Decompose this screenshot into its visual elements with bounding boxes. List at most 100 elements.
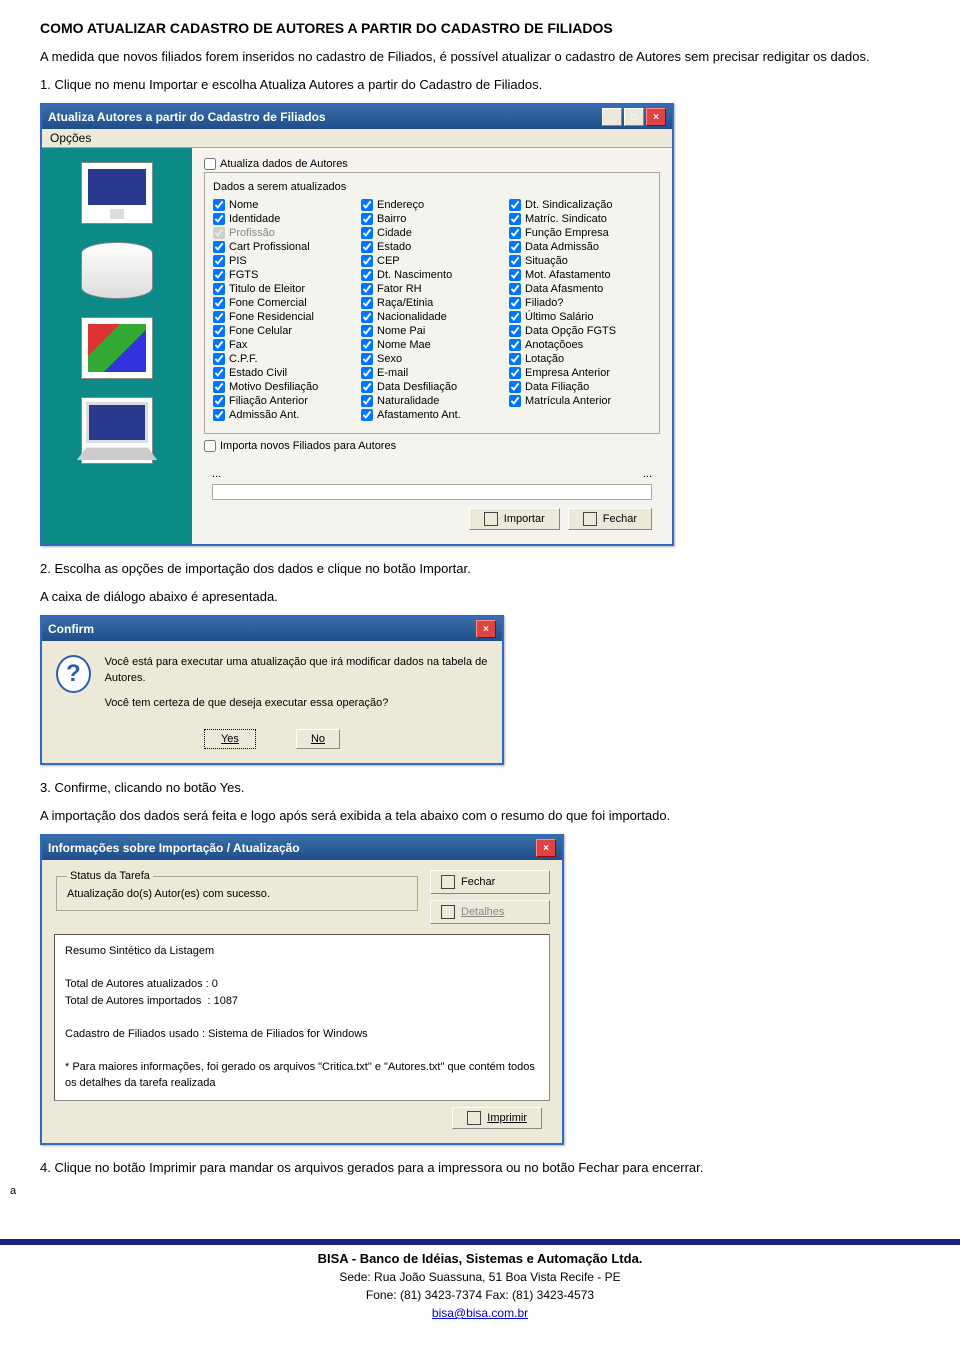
- info-dialog: Informações sobre Importação / Atualizaç…: [40, 834, 564, 1145]
- field-checkbox[interactable]: Motivo Desfiliação: [213, 381, 355, 393]
- page-title: COMO ATUALIZAR CADASTRO DE AUTORES A PAR…: [40, 20, 960, 36]
- field-checkbox[interactable]: C.P.F.: [213, 353, 355, 365]
- resume-textbox: Resumo Sintético da Listagem Total de Au…: [54, 934, 550, 1101]
- field-checkbox[interactable]: Filiado?: [509, 297, 651, 309]
- status-group: Status da Tarefa Atualização do(s) Autor…: [56, 870, 418, 911]
- field-checkbox[interactable]: Matríc. Sindicato: [509, 213, 651, 225]
- confirm-dialog: Confirm × ? Você está para executar uma …: [40, 615, 504, 765]
- field-checkbox[interactable]: Data Admissão: [509, 241, 651, 253]
- importa-novos-checkbox[interactable]: Importa novos Filiados para Autores: [204, 440, 660, 452]
- field-checkbox[interactable]: Identidade: [213, 213, 355, 225]
- field-checkbox[interactable]: Titulo de Eleitor: [213, 283, 355, 295]
- status-legend: Status da Tarefa: [67, 870, 153, 882]
- field-checkbox[interactable]: Filiação Anterior: [213, 395, 355, 407]
- close-button[interactable]: ×: [646, 108, 666, 126]
- field-checkbox[interactable]: Dt. Sindicalização: [509, 199, 651, 211]
- no-button[interactable]: No: [296, 729, 340, 749]
- confirm-close-button[interactable]: ×: [476, 620, 496, 638]
- yes-button[interactable]: Yes: [204, 729, 256, 749]
- progress-bar: [212, 484, 652, 500]
- field-checkbox[interactable]: Anotaçõoes: [509, 339, 651, 351]
- confirm-text-1: Você está para executar uma atualização …: [105, 655, 488, 686]
- field-checkbox[interactable]: CEP: [361, 255, 503, 267]
- email-link[interactable]: bisa@bisa.com.br: [432, 1306, 528, 1320]
- field-checkbox[interactable]: Estado Civil: [213, 367, 355, 379]
- field-checkbox[interactable]: Nacionalidade: [361, 311, 503, 323]
- ellipsis-right: ...: [643, 468, 652, 480]
- footer-bar: [0, 1239, 960, 1245]
- print-icon: [467, 1111, 481, 1125]
- atualiza-dados-checkbox[interactable]: Atualiza dados de Autores: [204, 158, 660, 170]
- info-close-x[interactable]: ×: [536, 839, 556, 857]
- field-checkbox[interactable]: E-mail: [361, 367, 503, 379]
- field-checkbox[interactable]: Endereço: [361, 199, 503, 211]
- field-checkbox[interactable]: Bairro: [361, 213, 503, 225]
- field-checkbox[interactable]: Raça/Etinia: [361, 297, 503, 309]
- field-checkbox[interactable]: Naturalidade: [361, 395, 503, 407]
- import-icon: [484, 512, 498, 526]
- field-checkbox[interactable]: Último Salário: [509, 311, 651, 323]
- window-title: Atualiza Autores a partir do Cadastro de…: [48, 110, 326, 124]
- database-icon: [81, 242, 153, 299]
- company-name: BISA - Banco de Idéias, Sistemas e Autom…: [318, 1251, 643, 1266]
- corner-letter: a: [10, 1185, 960, 1197]
- confirm-text-2: Você tem certeza de que deseja executar …: [105, 696, 488, 711]
- step-4: 4. Clique no botão Imprimir para mandar …: [40, 1159, 960, 1177]
- field-checkbox[interactable]: Matrícula Anterior: [509, 395, 651, 407]
- close-icon: [441, 875, 455, 889]
- step-3b: A importação dos dados será feita e logo…: [40, 807, 960, 825]
- titlebar: Atualiza Autores a partir do Cadastro de…: [42, 105, 672, 129]
- address: Sede: Rua João Suassuna, 51 Boa Vista Re…: [339, 1270, 620, 1284]
- minimize-button[interactable]: _: [602, 108, 622, 126]
- step-2b: A caixa de diálogo abaixo é apresentada.: [40, 588, 960, 606]
- field-checkbox[interactable]: Data Filiação: [509, 381, 651, 393]
- menu-opcoes[interactable]: Opções: [42, 129, 672, 148]
- status-text: Atualização do(s) Autor(es) com sucesso.: [67, 888, 407, 900]
- detalhes-button[interactable]: Detalhes: [430, 900, 550, 924]
- step-3: 3. Confirme, clicando no botão Yes.: [40, 779, 960, 797]
- field-checkbox[interactable]: Data Opção FGTS: [509, 325, 651, 337]
- subtitle: Dados a serem atualizados: [213, 181, 651, 193]
- question-icon: ?: [56, 655, 91, 693]
- field-checkbox[interactable]: Fone Celular: [213, 325, 355, 337]
- field-checkbox[interactable]: Fone Comercial: [213, 297, 355, 309]
- confirm-title: Confirm: [48, 622, 94, 636]
- field-checkbox[interactable]: Fator RH: [361, 283, 503, 295]
- field-checkbox[interactable]: Data Afasmento: [509, 283, 651, 295]
- field-checkbox[interactable]: Admissão Ant.: [213, 409, 355, 421]
- photos-icon: [81, 317, 153, 379]
- maximize-button[interactable]: □: [624, 108, 644, 126]
- field-checkbox[interactable]: Nome Mae: [361, 339, 503, 351]
- imprimir-button[interactable]: Imprimir: [452, 1107, 542, 1129]
- importar-button[interactable]: Importar: [469, 508, 560, 530]
- field-checkbox[interactable]: Cart Profissional: [213, 241, 355, 253]
- field-checkbox[interactable]: Fone Residencial: [213, 311, 355, 323]
- field-checkbox[interactable]: Estado: [361, 241, 503, 253]
- field-checkbox[interactable]: Cidade: [361, 227, 503, 239]
- field-checkbox[interactable]: Fax: [213, 339, 355, 351]
- field-checkbox[interactable]: Nome: [213, 199, 355, 211]
- fechar-button[interactable]: Fechar: [568, 508, 652, 530]
- field-checkbox[interactable]: Data Desfiliação: [361, 381, 503, 393]
- info-title: Informações sobre Importação / Atualizaç…: [48, 841, 300, 855]
- field-checkbox[interactable]: Lotação: [509, 353, 651, 365]
- field-checkbox[interactable]: FGTS: [213, 269, 355, 281]
- sidebar: [42, 148, 192, 544]
- step-2: 2. Escolha as opções de importação dos d…: [40, 560, 960, 578]
- field-checkbox[interactable]: Sexo: [361, 353, 503, 365]
- field-checkbox[interactable]: Empresa Anterior: [509, 367, 651, 379]
- footer: BISA - Banco de Idéias, Sistemas e Autom…: [0, 1249, 960, 1323]
- options-panel: Atualiza dados de Autores Dados a serem …: [192, 148, 672, 544]
- field-checkbox[interactable]: Dt. Nascimento: [361, 269, 503, 281]
- monitor-icon: [81, 162, 153, 224]
- field-checkbox[interactable]: Afastamento Ant.: [361, 409, 503, 421]
- field-checkbox[interactable]: Função Empresa: [509, 227, 651, 239]
- field-checkbox[interactable]: Situação: [509, 255, 651, 267]
- info-fechar-button[interactable]: Fechar: [430, 870, 550, 894]
- field-checkbox[interactable]: PIS: [213, 255, 355, 267]
- close-icon: [583, 512, 597, 526]
- intro-text: A medida que novos filiados forem inseri…: [40, 48, 960, 66]
- field-checkbox[interactable]: Profissão: [213, 227, 355, 239]
- field-checkbox[interactable]: Nome Pai: [361, 325, 503, 337]
- field-checkbox[interactable]: Mot. Afastamento: [509, 269, 651, 281]
